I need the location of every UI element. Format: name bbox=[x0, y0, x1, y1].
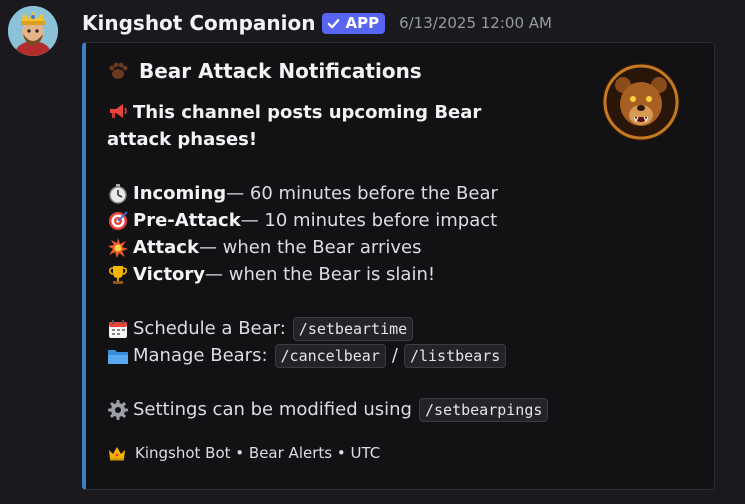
intro-text: This channel posts upcoming Bear attack … bbox=[107, 102, 482, 150]
phase-victory: Victory — when the Bear is slain! bbox=[107, 261, 537, 288]
message-header: Kingshot Companion APP 6/13/2025 12:00 A… bbox=[82, 9, 552, 37]
schedule-line: Schedule a Bear: /setbeartime bbox=[107, 315, 537, 342]
manage-label: Manage Bears: bbox=[133, 345, 268, 366]
phase-incoming: Incoming — 60 minutes before the Bear bbox=[107, 180, 537, 207]
bear-paw-icon bbox=[107, 60, 129, 82]
embed-card: Bear Attack Notifications This channel p… bbox=[82, 42, 715, 490]
bear-thumbnail[interactable] bbox=[602, 63, 680, 141]
schedule-label: Schedule a Bear: bbox=[133, 318, 286, 339]
phase-attack-text: — when the Bear arrives bbox=[198, 237, 422, 258]
phase-pre-attack-name: Pre-Attack bbox=[133, 210, 241, 231]
manage-line: Manage Bears: /cancelbear / /listbears bbox=[107, 342, 537, 369]
setbearpings-command[interactable]: /setbearpings bbox=[418, 397, 549, 422]
app-badge: APP bbox=[322, 12, 386, 34]
embed-footer: Kingshot Bot • Bear Alerts • UTC bbox=[107, 443, 380, 463]
intro-line: This channel posts upcoming Bear attack … bbox=[107, 99, 537, 153]
verified-check-icon bbox=[328, 18, 340, 28]
embed-title: Bear Attack Notifications bbox=[107, 59, 422, 83]
message-timestamp[interactable]: 6/13/2025 12:00 AM bbox=[399, 14, 552, 32]
cancelbear-command[interactable]: /cancelbear bbox=[274, 343, 386, 368]
embed-title-text: Bear Attack Notifications bbox=[139, 59, 422, 83]
phase-attack: Attack — when the Bear arrives bbox=[107, 234, 537, 261]
embed-description: This channel posts upcoming Bear attack … bbox=[107, 99, 549, 423]
app-badge-label: APP bbox=[345, 14, 380, 32]
phase-pre-attack-text: — 10 minutes before impact bbox=[240, 210, 498, 231]
phase-victory-text: — when the Bear is slain! bbox=[205, 264, 436, 285]
folder-icon bbox=[107, 345, 129, 367]
gear-icon bbox=[107, 399, 129, 421]
listbears-command[interactable]: /listbears bbox=[403, 343, 507, 368]
settings-line: Settings can be modified using /setbearp… bbox=[107, 396, 549, 423]
bot-avatar[interactable] bbox=[8, 6, 58, 56]
phase-pre-attack: Pre-Attack — 10 minutes before impact bbox=[107, 207, 537, 234]
settings-label: Settings can be modified using bbox=[133, 399, 412, 420]
stopwatch-icon bbox=[107, 183, 129, 205]
author-name[interactable]: Kingshot Companion bbox=[82, 11, 315, 35]
phase-incoming-name: Incoming bbox=[133, 183, 227, 204]
phase-attack-name: Attack bbox=[133, 237, 199, 258]
target-icon bbox=[107, 210, 129, 232]
footer-text: Kingshot Bot • Bear Alerts • UTC bbox=[135, 444, 381, 462]
phase-victory-name: Victory bbox=[133, 264, 206, 285]
calendar-icon bbox=[107, 318, 129, 340]
crown-icon bbox=[107, 443, 127, 463]
explosion-icon bbox=[107, 237, 129, 259]
command-separator: / bbox=[391, 345, 398, 366]
trophy-icon bbox=[107, 264, 129, 286]
setbeartime-command[interactable]: /setbeartime bbox=[292, 316, 414, 341]
megaphone-icon bbox=[107, 100, 129, 122]
phase-incoming-text: — 60 minutes before the Bear bbox=[226, 183, 498, 204]
